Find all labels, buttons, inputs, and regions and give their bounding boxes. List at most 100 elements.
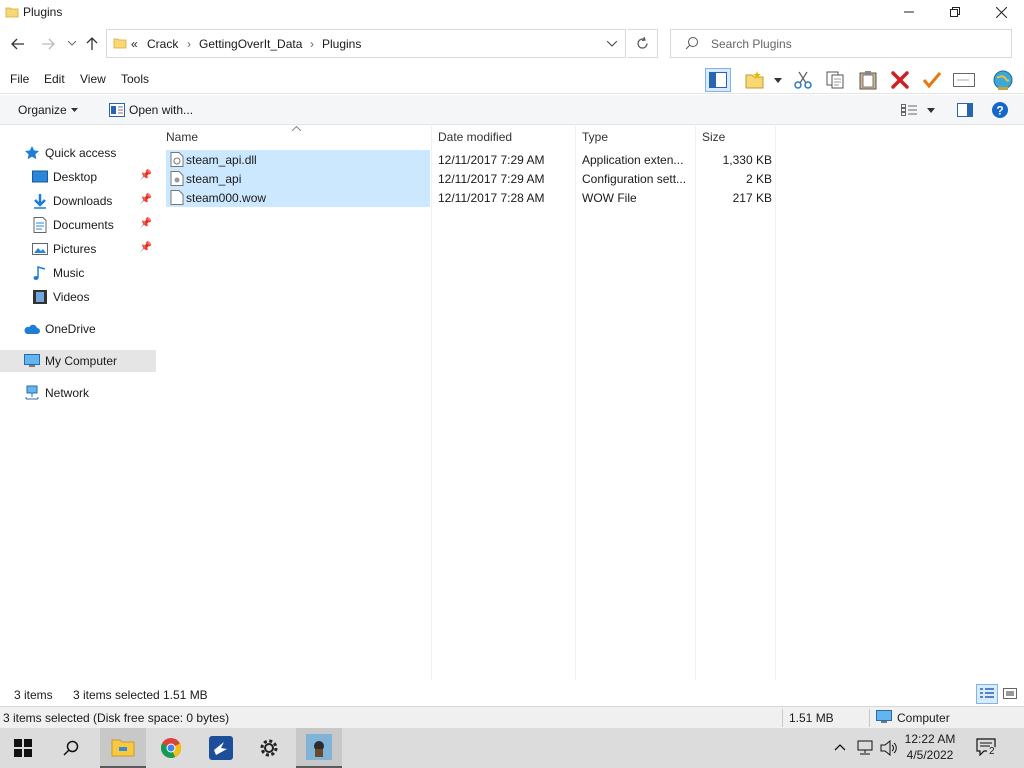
large-icons-view-icon[interactable] [1003,688,1017,700]
file-type: WOW File [582,191,637,205]
details-view-button[interactable] [976,684,998,704]
search-box[interactable]: Search Plugins [670,29,1012,58]
view-details-icon[interactable] [901,104,917,116]
delete-button[interactable] [887,68,913,92]
rename-button[interactable] [951,68,977,92]
recent-locations-button[interactable] [62,34,82,54]
nav-my-computer[interactable]: My Computer [0,350,156,372]
file-explorer-icon [111,739,135,757]
minimize-button[interactable] [886,0,932,24]
nav-desktop[interactable]: Desktop 📌 [0,166,156,188]
refresh-button[interactable] [628,29,658,58]
back-button[interactable] [8,34,28,54]
forward-button[interactable] [38,34,58,54]
menu-tools[interactable]: Tools [121,72,149,86]
preview-pane-icon[interactable] [957,103,973,117]
menu-view[interactable]: View [80,72,106,86]
taskbar-app-bird[interactable] [198,728,244,768]
taskbar-search-button[interactable] [48,728,94,768]
nav-label: Downloads [53,194,113,208]
command-bar: Organize Open with... ? [0,95,1024,125]
pin-icon: 📌 [139,218,152,229]
nav-network[interactable]: Network [0,382,156,404]
search-icon [685,37,698,50]
table-row[interactable]: steam000.wow 12/11/2017 7:28 AM WOW File… [166,188,776,207]
column-header-type[interactable]: Type [582,130,608,144]
menu-file[interactable]: File [10,72,29,86]
caret-down-icon[interactable] [927,108,935,113]
nav-documents[interactable]: Documents 📌 [0,214,156,236]
nav-label: Videos [53,290,90,304]
cloud-icon [24,324,40,334]
open-with-icon [109,103,125,117]
star-icon [25,146,39,160]
breadcrumb-data[interactable]: GettingOverIt_Data [199,37,302,51]
new-folder-dropdown[interactable] [770,68,786,92]
chevron-down-icon [68,41,76,46]
pin-icon: 📌 [139,194,152,205]
nav-downloads[interactable]: Downloads 📌 [0,190,156,212]
breadcrumb-plugins[interactable]: Plugins [322,37,361,51]
document-icon [33,217,47,233]
network-status-icon[interactable] [856,740,874,756]
dll-file-icon [170,152,184,167]
nav-label: Quick access [45,146,117,160]
sort-ascending-icon [292,126,301,131]
notification-count-badge: 2 [987,746,997,757]
chevron-down-icon[interactable] [607,41,617,47]
organize-button[interactable]: Organize [18,103,67,117]
open-with-button[interactable]: Open with... [129,103,193,117]
nav-music[interactable]: Music [0,262,156,284]
picture-icon [32,243,48,255]
column-header-name[interactable]: Name [166,130,198,144]
file-name: steam_api.dll [186,153,257,167]
paste-button[interactable] [855,68,881,92]
clock-date: 4/5/2022 [906,748,954,762]
help-icon[interactable]: ? [992,102,1008,118]
taskbar-file-explorer[interactable] [100,728,146,768]
up-button[interactable] [82,34,102,54]
app-icon [209,736,233,760]
system-clock[interactable]: 12:22 AM 4/5/2022 [890,731,970,763]
scissors-icon [794,71,812,89]
restore-button[interactable] [932,0,978,24]
apply-button[interactable] [919,68,945,92]
taskbar-chrome[interactable] [148,728,194,768]
column-divider [575,126,576,680]
folder-icon [5,7,19,18]
breadcrumb-crack[interactable]: Crack [147,37,178,51]
notification-center-button[interactable]: 2 [976,738,998,758]
cut-button[interactable] [790,68,816,92]
details-bar: 3 items selected (Disk free space: 0 byt… [0,706,1024,728]
nav-videos[interactable]: Videos [0,286,156,308]
taskbar: 12:22 AM 4/5/2022 2 [0,728,1024,768]
preview-pane-toggle-button[interactable] [705,68,731,92]
table-row[interactable]: steam_api.dll 12/11/2017 7:29 AM Applica… [166,150,776,169]
delete-x-icon [891,71,909,89]
address-bar[interactable]: « Crack › GettingOverIt_Data › Plugins [106,29,626,58]
forward-arrow-icon [42,38,55,50]
nav-onedrive[interactable]: OneDrive [0,318,156,340]
menu-bar: File Edit View Tools [0,64,1024,94]
column-header-date[interactable]: Date modified [438,130,512,144]
nav-label: Pictures [53,242,97,256]
details-size: 1.51 MB [789,711,834,725]
taskbar-game[interactable] [296,728,342,768]
computer-icon [24,354,40,367]
details-view-icon [980,688,994,698]
breadcrumb-overflow[interactable]: « [131,37,138,51]
nav-quick-access[interactable]: Quick access [0,142,156,164]
column-header-size[interactable]: Size [702,130,725,144]
divider [782,709,783,727]
table-row[interactable]: steam_api 12/11/2017 7:29 AM Configurati… [166,169,776,188]
menu-edit[interactable]: Edit [44,72,65,86]
new-folder-button[interactable] [742,68,768,92]
close-button[interactable] [978,0,1024,24]
copy-button[interactable] [822,68,848,92]
nav-pictures[interactable]: Pictures 📌 [0,238,156,260]
clipboard-icon [859,71,877,90]
start-button[interactable] [0,728,46,768]
network-globe-button[interactable] [990,68,1016,92]
chevron-up-icon[interactable] [834,743,846,751]
taskbar-settings[interactable] [246,728,292,768]
